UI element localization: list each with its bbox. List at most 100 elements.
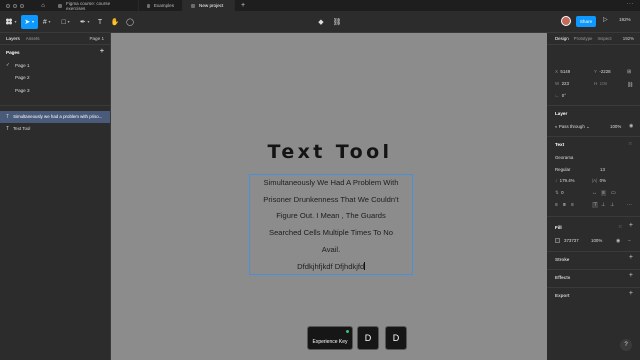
paragraph-spacing-field[interactable]: ⇅ 0 (555, 190, 564, 196)
tab-inspect[interactable]: Inspect (597, 36, 611, 41)
share-button[interactable]: Share (576, 16, 596, 27)
paragraph-text[interactable]: Simultaneously We Had A Problem With Pri… (250, 175, 412, 275)
home-icon[interactable]: ⌂ (36, 0, 50, 11)
fixed-size-icon[interactable]: ▭ (611, 190, 616, 196)
hand-tool[interactable]: ✋ (110, 15, 120, 29)
align-middle-icon[interactable]: ⊥ (601, 202, 605, 208)
align-bottom-icon[interactable]: ⊥ (610, 202, 614, 208)
x-label: X (555, 69, 558, 74)
divider (0, 104, 110, 106)
d-key-button[interactable]: D (357, 326, 379, 350)
line-height-field[interactable]: ↕ 179.4% (555, 178, 575, 183)
tab-label: New project (199, 3, 224, 8)
component-icon[interactable]: ◆ (316, 15, 326, 29)
font-size-field[interactable]: 13 (600, 167, 605, 172)
tab-label: Examples (153, 3, 174, 8)
canvas-heading-text[interactable]: Text Tool (250, 141, 410, 163)
fill-color-swatch[interactable] (555, 238, 560, 243)
align-center-icon[interactable]: ≡ (563, 202, 566, 208)
h-field[interactable]: H 108 (594, 81, 607, 86)
add-fill-icon[interactable]: + (629, 222, 633, 229)
divider (547, 269, 640, 270)
add-export-icon[interactable]: + (629, 290, 633, 297)
main-menu-icon[interactable]: ▼ (4, 15, 18, 29)
tab-examples[interactable]: Examples (139, 0, 183, 11)
shape-tool[interactable]: □ ▼ (59, 15, 73, 29)
constraints-icon[interactable]: ⊞ (627, 69, 631, 75)
minimize-window-icon[interactable] (13, 3, 17, 8)
frame-tool[interactable]: # ▼ (40, 15, 54, 29)
fill-hex[interactable]: 373737 (564, 238, 579, 243)
add-stroke-icon[interactable]: + (629, 254, 633, 261)
d-key-button[interactable]: D (385, 326, 407, 350)
tab-course-exercises[interactable]: Figma course: course exercises (50, 0, 139, 11)
w-label: W (555, 81, 560, 86)
zoom-dropdown[interactable]: 192% (619, 17, 631, 22)
paragraph-line: Simultaneously We Had A Problem With (263, 178, 399, 187)
more-text-options-icon[interactable]: ⋯ (627, 202, 632, 208)
page-item-3[interactable]: Page 3 (0, 84, 110, 97)
visibility-eye-icon[interactable]: ◉ (629, 123, 633, 129)
help-button[interactable]: ? (620, 339, 632, 351)
experience-key-button[interactable]: Experience Key (307, 326, 353, 350)
maximize-window-icon[interactable] (20, 3, 24, 8)
add-effect-icon[interactable]: + (629, 272, 633, 279)
page-item-1[interactable]: ✓ Page 1 (0, 59, 110, 72)
close-window-icon[interactable] (6, 3, 10, 8)
paragraph-line-last: Dfdkjhfjkdf Dfjhdkjfd (250, 259, 412, 276)
divider (547, 105, 640, 106)
fill-styles-icon[interactable]: ⁙ (618, 224, 622, 230)
text-styles-icon[interactable]: ⁙ (628, 141, 632, 147)
zoom-level[interactable]: 192% (623, 36, 634, 41)
add-tab-button[interactable]: + (241, 2, 245, 9)
text-tool[interactable]: T (95, 15, 105, 29)
x-field[interactable]: X 5149 (555, 69, 570, 74)
status-dot (346, 330, 349, 333)
remove-fill-icon[interactable]: − (628, 238, 631, 244)
text-icon: T (97, 18, 103, 26)
font-family-dropdown[interactable]: Georama (555, 155, 573, 160)
add-page-icon[interactable]: + (100, 48, 104, 55)
tab-new-project[interactable]: New project (183, 0, 235, 11)
rotation-icon: ∟ (555, 93, 560, 98)
layer-opacity[interactable]: 100% (610, 124, 621, 129)
blend-mode-value: Pass through (558, 124, 585, 129)
auto-width-icon[interactable]: ↔ (592, 190, 597, 196)
rotation-field[interactable]: ∟ 0° (555, 93, 566, 98)
y-field[interactable]: Y -2228 (594, 69, 611, 74)
layer-item-paragraph[interactable]: T Simultaneously we had a problem with p… (0, 110, 110, 123)
pen-tool[interactable]: ✒ ▼ (78, 15, 92, 29)
present-icon[interactable]: ▷ (603, 16, 608, 23)
visibility-eye-icon[interactable]: ◉ (616, 238, 620, 244)
tab-assets[interactable]: Assets (26, 36, 40, 41)
tab-prototype[interactable]: Prototype (574, 36, 593, 41)
align-right-icon[interactable]: ≡ (571, 202, 574, 208)
more-icon[interactable]: ··· (627, 1, 635, 7)
text-section-heading: Text (555, 142, 565, 147)
page-label: Page 2 (15, 75, 30, 81)
font-weight-dropdown[interactable]: Regular (555, 167, 570, 172)
layer-item-text-tool[interactable]: T Text Tool (0, 123, 110, 135)
align-top-icon[interactable]: ⊤ (592, 202, 599, 208)
letter-spacing-field[interactable]: |A| 0% (592, 178, 606, 183)
canvas[interactable]: Text Tool Simultaneously We Had A Proble… (111, 33, 547, 360)
x-value: 5149 (560, 69, 571, 74)
tab-layers[interactable]: Layers (6, 36, 20, 41)
link-icon[interactable]: ⛓ (332, 15, 342, 29)
avatar[interactable] (561, 16, 571, 26)
page-item-2[interactable]: Page 2 (0, 72, 110, 85)
text-layer-icon: T (6, 113, 10, 120)
comment-tool[interactable]: ◯ (125, 15, 135, 29)
h-value: 108 (599, 81, 607, 86)
tab-design[interactable]: Design (555, 36, 569, 41)
page-selector[interactable]: Page 1 (89, 36, 104, 41)
move-tool[interactable]: ➤ ▼ (21, 15, 38, 29)
auto-height-icon[interactable]: ≡ (601, 190, 606, 196)
blend-mode-dropdown[interactable]: ◐ Pass through ⌄ (555, 124, 590, 130)
align-left-icon[interactable]: ≡ (555, 202, 558, 208)
w-field[interactable]: W 223 (555, 81, 569, 86)
constrain-proportions-icon[interactable]: ⛓ (627, 82, 633, 88)
line-height-icon: ↕ (555, 178, 558, 183)
selected-text-box[interactable]: Simultaneously We Had A Problem With Pri… (249, 174, 413, 275)
fill-opacity[interactable]: 100% (591, 238, 602, 243)
